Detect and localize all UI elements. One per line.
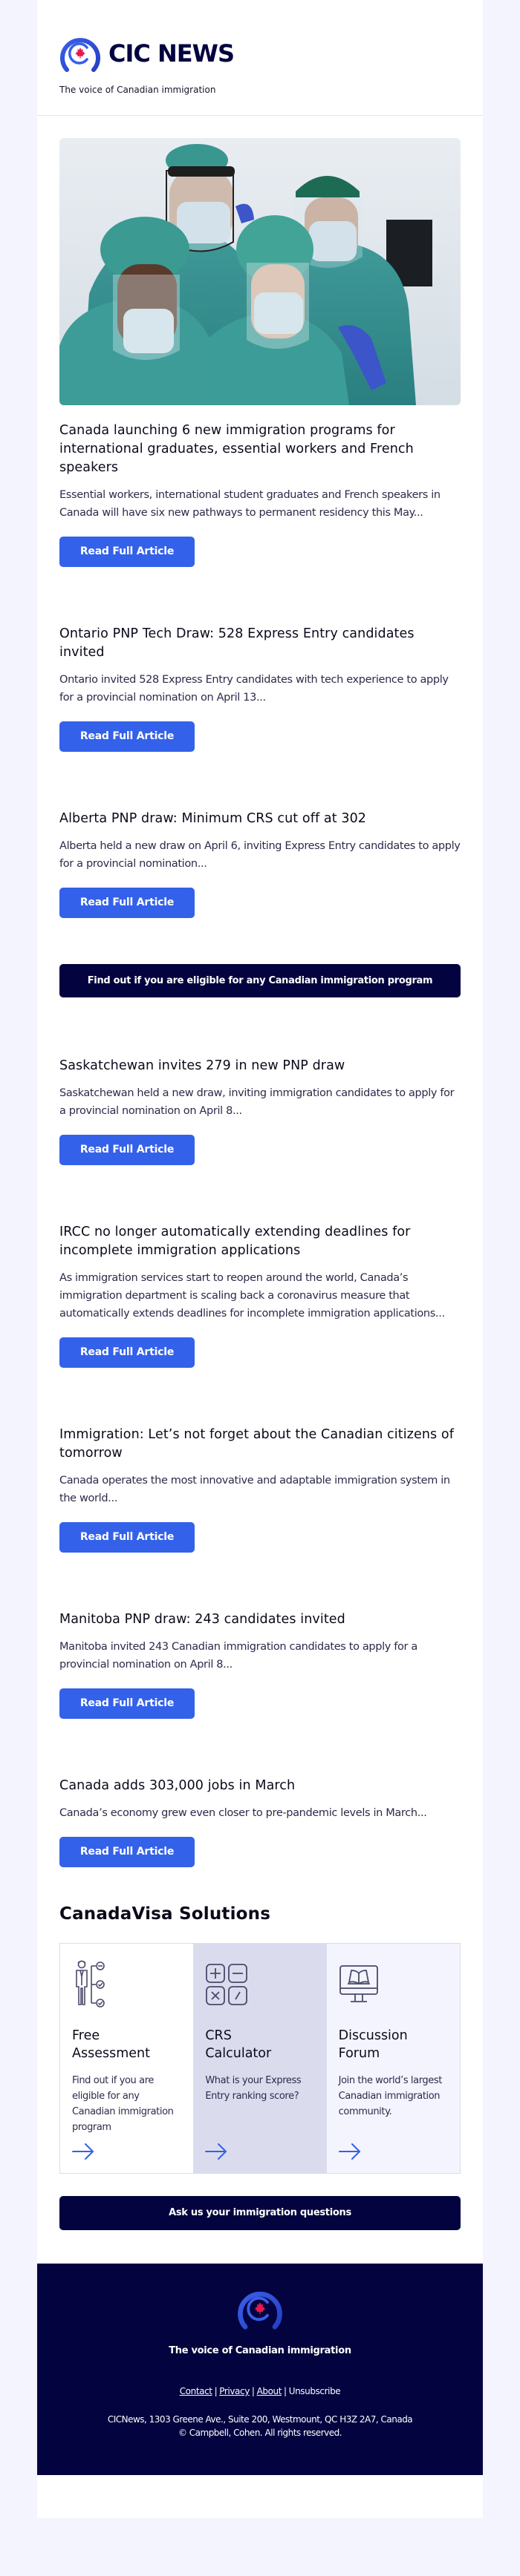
article-title[interactable]: IRCC no longer automatically extending d… <box>59 1223 461 1260</box>
arrow-right-icon[interactable] <box>72 2143 94 2160</box>
card-title: Discussion Forum <box>338 2028 408 2061</box>
ask-cta-block: Ask us your immigration questions <box>37 2174 483 2264</box>
healthcare-workers-photo <box>59 138 461 405</box>
solution-card-free-assessment[interactable]: Free Assessment Find out if you are elig… <box>60 1944 194 2173</box>
eligibility-cta-button[interactable]: Find out if you are eligible for any Can… <box>59 964 461 997</box>
article-description: As immigration services start to reopen … <box>59 1272 445 1320</box>
solutions-title: CanadaVisa Solutions <box>59 1904 271 1924</box>
article-description: Canada operates the most innovative and … <box>59 1475 450 1504</box>
read-full-article-button[interactable]: Read Full Article <box>59 1337 195 1368</box>
article-description: Canada’s economy grew even closer to pre… <box>59 1807 427 1819</box>
read-full-article-button[interactable]: Read Full Article <box>59 1688 195 1719</box>
article-title[interactable]: Immigration: Let’s not forget about the … <box>59 1426 461 1463</box>
email-container: CIC NEWS The voice of Canadian immigrati… <box>37 0 483 2475</box>
card-title: CRS Calculator <box>205 2028 272 2061</box>
solution-card-discussion-forum[interactable]: Discussion Forum Join the world’s larges… <box>326 1944 460 2173</box>
article-description: Manitoba invited 243 Canadian immigratio… <box>59 1641 417 1671</box>
card-description: What is your Express Entry ranking score… <box>205 2075 302 2102</box>
main-content: Canada launching 6 new immigration progr… <box>37 116 483 2174</box>
solution-card-crs-calculator[interactable]: CRS Calculator What is your Express Entr… <box>193 1944 327 2173</box>
link-separator: | <box>251 2386 255 2396</box>
footer-address: CICNews, 1303 Greene Ave., Suite 200, We… <box>107 2414 413 2438</box>
card-description: Join the world’s largest Canadian immigr… <box>338 2075 443 2117</box>
link-separator: | <box>284 2386 287 2396</box>
arrow-right-icon[interactable] <box>205 2143 227 2160</box>
header-tagline: The voice of Canadian immigration <box>59 85 216 95</box>
card-description: Find out if you are eligible for any Can… <box>72 2075 174 2133</box>
article-item: Immigration: Let’s not forget about the … <box>59 1426 461 1610</box>
read-full-article-button[interactable]: Read Full Article <box>59 888 195 918</box>
article-description: Saskatchewan held a new draw, inviting i… <box>59 1087 455 1117</box>
footer-links: Contact | Privacy | About | Unsubscribe <box>37 2386 483 2396</box>
brand-logo[interactable]: CIC NEWS <box>59 33 461 74</box>
footer-link-unsubscribe[interactable]: Unsubscribe <box>289 2386 341 2396</box>
article-description: Essential workers, international student… <box>59 489 441 519</box>
email-footer: The voice of Canadian immigration Contac… <box>37 2264 483 2475</box>
article-item: Saskatchewan invites 279 in new PNP draw… <box>59 1057 461 1223</box>
hero-image[interactable] <box>59 138 461 405</box>
bottom-spacer <box>37 2475 483 2518</box>
read-full-article-button[interactable]: Read Full Article <box>59 1522 195 1553</box>
brand-name: CIC NEWS <box>108 39 235 68</box>
article-item: Alberta PNP draw: Minimum CRS cut off at… <box>59 810 461 964</box>
card-title: Free Assessment <box>72 2028 150 2061</box>
article-item: Ontario PNP Tech Draw: 528 Express Entry… <box>59 625 461 810</box>
solutions-cards: Free Assessment Find out if you are elig… <box>59 1943 461 2174</box>
footer-tagline: The voice of Canadian immigration <box>169 2345 351 2356</box>
article-title[interactable]: Canada adds 303,000 jobs in March <box>59 1777 461 1795</box>
arrow-right-icon[interactable] <box>338 2143 361 2160</box>
monitor-book-icon <box>339 1965 378 2002</box>
article-title[interactable]: Manitoba PNP draw: 243 candidates invite… <box>59 1610 461 1629</box>
article-title[interactable]: Alberta PNP draw: Minimum CRS cut off at… <box>59 810 461 828</box>
ask-questions-button[interactable]: Ask us your immigration questions <box>59 2196 461 2230</box>
footer-link-privacy[interactable]: Privacy <box>219 2386 250 2396</box>
eligibility-cta-block: Find out if you are eligible for any Can… <box>59 964 461 1057</box>
cic-logo-icon <box>238 2291 282 2330</box>
solutions-section: CanadaVisa Solutions Free Assessment Fin… <box>59 1904 461 2174</box>
calculator-icon <box>206 1964 248 2005</box>
article-title[interactable]: Canada launching 6 new immigration progr… <box>59 422 461 477</box>
read-full-article-button[interactable]: Read Full Article <box>59 1135 195 1165</box>
read-full-article-button[interactable]: Read Full Article <box>59 537 195 567</box>
article-description: Alberta held a new draw on April 6, invi… <box>59 840 461 870</box>
link-separator: | <box>214 2386 218 2396</box>
email-header: CIC NEWS The voice of Canadian immigrati… <box>37 0 483 116</box>
footer-copyright: © Campbell, Cohen. All rights reserved. <box>178 2428 342 2438</box>
article-item: IRCC no longer automatically extending d… <box>59 1223 461 1426</box>
footer-link-about[interactable]: About <box>257 2386 282 2396</box>
read-full-article-button[interactable]: Read Full Article <box>59 721 195 752</box>
cic-logo-icon <box>60 38 100 72</box>
footer-link-contact[interactable]: Contact <box>180 2386 212 2396</box>
assessment-checklist-icon <box>76 1960 105 2008</box>
article-item: Canada adds 303,000 jobs in March Canada… <box>59 1777 461 1909</box>
article-item: Canada launching 6 new immigration progr… <box>59 405 461 625</box>
article-description: Ontario invited 528 Express Entry candid… <box>59 674 449 704</box>
article-item: Manitoba PNP draw: 243 candidates invite… <box>59 1610 461 1777</box>
article-title[interactable]: Saskatchewan invites 279 in new PNP draw <box>59 1057 461 1075</box>
article-title[interactable]: Ontario PNP Tech Draw: 528 Express Entry… <box>59 625 461 662</box>
read-full-article-button[interactable]: Read Full Article <box>59 1837 195 1867</box>
